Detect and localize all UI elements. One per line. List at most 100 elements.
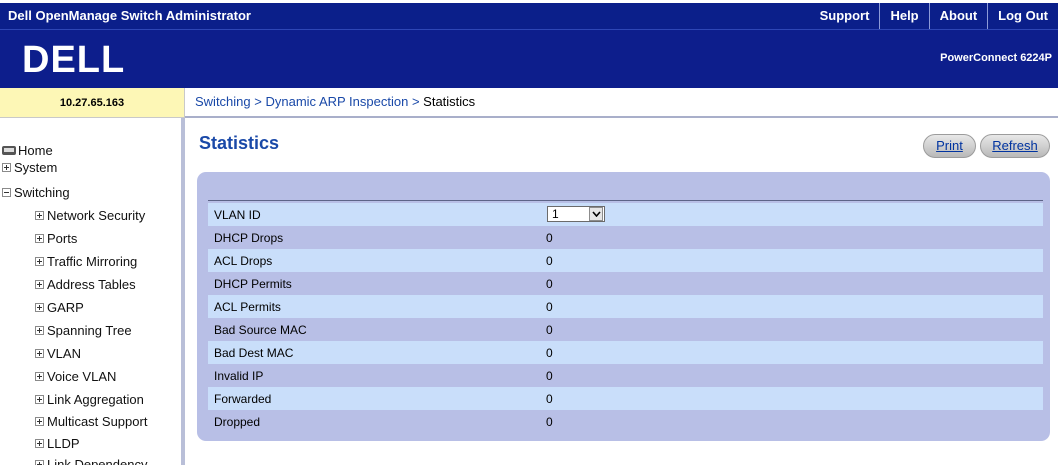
refresh-button[interactable]: Refresh <box>980 134 1050 158</box>
stat-label: Invalid IP <box>214 369 264 383</box>
stat-value: 0 <box>546 369 553 383</box>
expand-icon <box>35 372 44 381</box>
book-icon <box>2 146 16 155</box>
chevron-down-icon[interactable] <box>589 207 603 221</box>
nav-item-network-security[interactable]: Network Security <box>35 208 145 223</box>
model-name: PowerConnect 6224P <box>940 52 1052 64</box>
help-link[interactable]: Help <box>879 3 928 29</box>
nav-item-label: Network Security <box>47 208 146 223</box>
nav-item-voice-vlan[interactable]: Voice VLAN <box>35 369 116 384</box>
expand-icon <box>35 460 44 465</box>
stat-label: DHCP Permits <box>214 277 292 291</box>
nav-item-vlan[interactable]: VLAN <box>35 346 81 361</box>
stat-value: 0 <box>546 346 553 360</box>
stat-value: 0 <box>546 323 553 337</box>
svg-text:DELL: DELL <box>22 39 125 79</box>
stat-row: DHCP Permits 0 <box>208 272 1043 295</box>
breadcrumb-separator: > <box>254 94 266 109</box>
expand-icon <box>35 417 44 426</box>
nav-item-multicast-support[interactable]: Multicast Support <box>35 414 147 429</box>
breadcrumb: Switching > Dynamic ARP Inspection > Sta… <box>185 88 1058 118</box>
expand-icon <box>35 395 44 404</box>
banner: DELL PowerConnect 6224P <box>0 29 1058 88</box>
expand-icon <box>2 163 11 172</box>
nav-item-home[interactable]: Home <box>2 143 53 158</box>
vlan-id-select[interactable]: 1 <box>547 206 605 222</box>
stat-label: ACL Drops <box>214 254 273 268</box>
stat-value: 0 <box>546 231 553 245</box>
nav-item-traffic-mirroring[interactable]: Traffic Mirroring <box>35 254 137 269</box>
collapse-icon <box>2 188 11 197</box>
breadcrumb-dynamic-arp-inspection[interactable]: Dynamic ARP Inspection <box>265 94 408 109</box>
nav-item-label: Traffic Mirroring <box>47 254 138 269</box>
nav-item-label: Address Tables <box>47 277 136 292</box>
stat-value: 0 <box>546 415 553 429</box>
vlan-id-value: 1 <box>552 207 559 221</box>
nav-item-switching[interactable]: Switching <box>2 185 70 200</box>
vlan-id-label: VLAN ID <box>214 208 261 222</box>
nav-item-label: GARP <box>47 300 84 315</box>
nav-item-address-tables[interactable]: Address Tables <box>35 277 136 292</box>
dell-logo: DELL <box>22 39 125 79</box>
stat-label: Dropped <box>214 415 261 429</box>
page-title: Statistics <box>199 133 280 153</box>
nav-item-label: Ports <box>47 231 78 246</box>
print-button[interactable]: Print <box>923 134 976 158</box>
top-nav: Support Help About Log Out <box>810 3 1058 29</box>
nav-item-label: Link Dependency <box>47 457 148 465</box>
stat-row: Bad Dest MAC 0 <box>208 341 1043 364</box>
nav-item-label: VLAN <box>47 346 81 361</box>
left-nav: Home System Switching Network Security P… <box>0 118 185 465</box>
nav-item-label: Multicast Support <box>47 414 148 429</box>
app-title: Dell OpenManage Switch Administrator <box>8 8 251 23</box>
nav-item-label: Switching <box>14 185 70 200</box>
breadcrumb-separator: > <box>411 94 424 109</box>
expand-icon <box>35 439 44 448</box>
stat-row: Forwarded 0 <box>208 387 1043 410</box>
nav-item-label: System <box>14 160 58 175</box>
breadcrumb-current: Statistics <box>423 94 476 109</box>
about-link[interactable]: About <box>928 3 988 29</box>
stat-row: ACL Permits 0 <box>208 295 1043 318</box>
stat-label: ACL Permits <box>214 300 281 314</box>
nav-item-system[interactable]: System <box>2 160 57 175</box>
nav-item-label: LLDP <box>47 436 80 451</box>
stat-label: Bad Dest MAC <box>214 346 294 360</box>
nav-item-ports[interactable]: Ports <box>35 231 77 246</box>
stat-label: DHCP Drops <box>214 231 284 245</box>
stat-row: Invalid IP 0 <box>208 364 1043 387</box>
stat-row: ACL Drops 0 <box>208 249 1043 272</box>
expand-icon <box>35 257 44 266</box>
nav-item-link-dependency[interactable]: Link Dependency <box>35 457 147 465</box>
expand-icon <box>35 280 44 289</box>
nav-item-spanning-tree[interactable]: Spanning Tree <box>35 323 132 338</box>
nav-item-link-aggregation[interactable]: Link Aggregation <box>35 392 144 407</box>
stat-label: Forwarded <box>214 392 272 406</box>
breadcrumb-switching[interactable]: Switching <box>195 94 251 109</box>
nav-item-label: Link Aggregation <box>47 392 144 407</box>
panel-divider <box>208 200 1043 201</box>
nav-item-garp[interactable]: GARP <box>35 300 84 315</box>
expand-icon <box>35 349 44 358</box>
expand-icon <box>35 326 44 335</box>
vlan-id-row: VLAN ID 1 <box>208 203 1043 226</box>
stat-row: Bad Source MAC 0 <box>208 318 1043 341</box>
expand-icon <box>35 234 44 243</box>
logout-link[interactable]: Log Out <box>987 3 1058 29</box>
stat-row: DHCP Drops 0 <box>208 226 1043 249</box>
expand-icon <box>35 211 44 220</box>
nav-item-lldp[interactable]: LLDP <box>35 436 80 451</box>
stat-value: 0 <box>546 254 553 268</box>
expand-icon <box>35 303 44 312</box>
nav-item-label: Spanning Tree <box>47 323 132 338</box>
ip-address: 10.27.65.163 <box>0 88 185 118</box>
stat-value: 0 <box>546 277 553 291</box>
top-bar: Dell OpenManage Switch Administrator Sup… <box>0 3 1058 29</box>
nav-item-label: Home <box>18 143 53 158</box>
nav-item-label: Voice VLAN <box>47 369 117 384</box>
stat-value: 0 <box>546 300 553 314</box>
stat-label: Bad Source MAC <box>214 323 307 337</box>
stat-row: Dropped 0 <box>208 410 1043 433</box>
stat-value: 0 <box>546 392 553 406</box>
support-link[interactable]: Support <box>810 3 880 29</box>
